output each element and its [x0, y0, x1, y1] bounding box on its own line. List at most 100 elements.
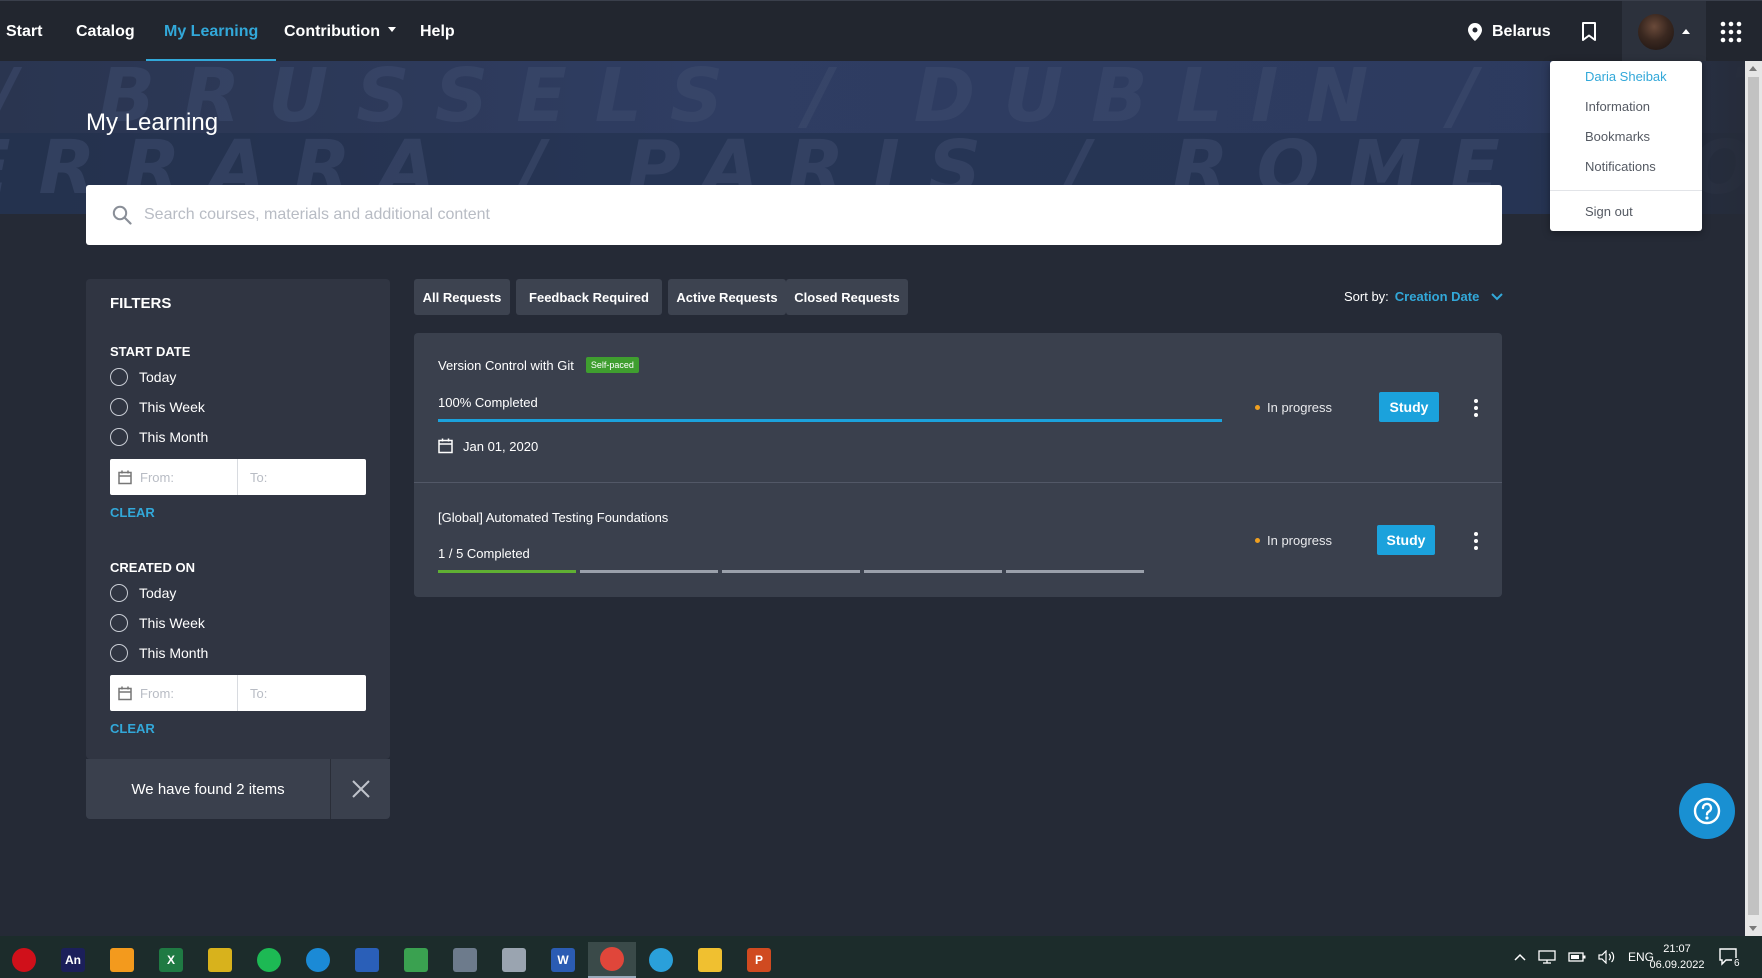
nav-start[interactable]: Start: [6, 1, 42, 62]
study-button[interactable]: Study: [1379, 392, 1439, 422]
progress-segment: [1006, 570, 1144, 573]
tab-active-requests[interactable]: Active Requests: [668, 279, 786, 315]
question-icon: [1693, 797, 1721, 825]
bookmarks-button[interactable]: [1581, 1, 1597, 62]
bookmark-icon: [1582, 21, 1596, 41]
app-blue-icon: [355, 948, 379, 972]
taskbar-app-edge[interactable]: [294, 942, 342, 978]
battery-icon[interactable]: [1568, 951, 1586, 963]
nav-help[interactable]: Help: [420, 1, 455, 62]
created-on-today-radio[interactable]: Today: [110, 582, 176, 604]
nav-contribution[interactable]: Contribution: [284, 1, 396, 62]
telegram-icon: [649, 948, 673, 972]
status-text: In progress: [1267, 533, 1333, 548]
item-title[interactable]: Version Control with Git: [438, 358, 574, 373]
app-gray-icon: [502, 948, 526, 972]
item-title-row: Version Control with Git Self-paced: [438, 357, 639, 373]
location-selector[interactable]: Belarus: [1468, 1, 1551, 62]
taskbar-app-app-gray[interactable]: [490, 942, 538, 978]
to-placeholder: To:: [250, 469, 268, 485]
status-dot: [1255, 538, 1260, 543]
status-text: In progress: [1267, 400, 1333, 415]
chevron-up-icon[interactable]: [1514, 953, 1526, 961]
help-button[interactable]: [1679, 783, 1735, 839]
taskbar-app-telegram[interactable]: [637, 942, 685, 978]
scroll-up-icon[interactable]: [1749, 66, 1757, 71]
kebab-dot: [1474, 546, 1478, 550]
tab-feedback-required[interactable]: Feedback Required: [516, 279, 662, 315]
profile-dropdown: Daria Sheibak Information Bookmarks Noti…: [1550, 61, 1702, 231]
start-date-this-week-radio[interactable]: This Week: [110, 396, 205, 418]
created-on-from-field[interactable]: From:: [110, 675, 238, 711]
tab-closed-requests[interactable]: Closed Requests: [786, 279, 908, 315]
taskbar-app-app-yellow[interactable]: [196, 942, 244, 978]
created-on-to-field[interactable]: To:: [238, 675, 366, 711]
notification-count: 6: [1732, 958, 1742, 969]
calendar-icon: [118, 686, 132, 700]
created-on-this-week-radio[interactable]: This Week: [110, 612, 205, 634]
search-input[interactable]: [144, 185, 1484, 245]
avatar: [1638, 13, 1674, 50]
radio-circle: [110, 644, 128, 662]
study-button[interactable]: Study: [1377, 525, 1435, 555]
taskbar-app-app-stack[interactable]: [441, 942, 489, 978]
taskbar-app-excel[interactable]: X: [147, 942, 195, 978]
results-count: We have found 2 items: [131, 780, 285, 798]
clock[interactable]: 21:07 06.09.2022: [1642, 941, 1712, 973]
menu-item-bookmarks[interactable]: Bookmarks: [1585, 129, 1650, 144]
taskbar-app-spotify[interactable]: [245, 942, 293, 978]
edge-icon: [306, 948, 330, 972]
taskbar-app-chrome[interactable]: [588, 942, 636, 978]
menu-item-notifications[interactable]: Notifications: [1585, 159, 1656, 174]
item-date: Jan 01, 2020: [438, 438, 538, 454]
close-results-button[interactable]: [330, 759, 390, 819]
start-date-to-field[interactable]: To:: [238, 459, 366, 495]
scrollbar-thumb[interactable]: [1748, 77, 1759, 915]
taskbar-app-app-orange[interactable]: [98, 942, 146, 978]
app-yellow-icon: [208, 948, 232, 972]
item-date-text: Jan 01, 2020: [463, 438, 539, 454]
taskbar-app-animate[interactable]: An: [49, 942, 97, 978]
sort-control[interactable]: Sort by: Creation Date: [1344, 289, 1504, 304]
page-scrollbar[interactable]: [1745, 61, 1762, 936]
location-label: Belarus: [1492, 22, 1551, 40]
status-badge: In progress: [1255, 400, 1332, 415]
page-title: My Learning: [86, 109, 219, 136]
taskbar-app-app-green[interactable]: [392, 942, 440, 978]
progress-segment: [580, 570, 718, 573]
list-item: [Global] Automated Testing Foundations 1…: [414, 483, 1502, 597]
created-on-this-month-radio[interactable]: This Month: [110, 642, 208, 664]
taskbar-app-powerpoint[interactable]: P: [735, 942, 783, 978]
taskbar-app-app-blue[interactable]: [343, 942, 391, 978]
item-title[interactable]: [Global] Automated Testing Foundations: [438, 510, 668, 525]
start-date-this-month-radio[interactable]: This Month: [110, 426, 208, 448]
more-options-button[interactable]: [1472, 399, 1480, 417]
start-date-from-field[interactable]: From:: [110, 459, 238, 495]
network-icon[interactable]: [1538, 950, 1556, 964]
notification-center-button[interactable]: 6: [1718, 936, 1742, 978]
radio-label: This Week: [139, 615, 205, 631]
progress-fill: [438, 419, 1222, 422]
top-navigation: Start Catalog My Learning Contribution H…: [0, 0, 1762, 62]
taskbar-app-opera[interactable]: [0, 942, 48, 978]
progress-label: 1 / 5 Completed: [438, 546, 530, 561]
sign-out-button[interactable]: Sign out: [1585, 204, 1633, 219]
profile-menu-toggle[interactable]: [1622, 1, 1706, 62]
progress-segment: [722, 570, 860, 573]
scroll-down-icon[interactable]: [1749, 926, 1757, 931]
tab-all-requests[interactable]: All Requests: [414, 279, 510, 315]
volume-icon[interactable]: [1598, 950, 1616, 964]
menu-item-information[interactable]: Information: [1585, 99, 1650, 114]
profile-name[interactable]: Daria Sheibak: [1585, 69, 1667, 84]
nav-catalog[interactable]: Catalog: [76, 1, 135, 62]
taskbar-app-word[interactable]: W: [539, 942, 587, 978]
radio-label: Today: [139, 585, 177, 601]
chevron-down-icon: [387, 27, 396, 33]
created-on-clear-button[interactable]: CLEAR: [110, 721, 155, 736]
more-options-button[interactable]: [1472, 532, 1480, 550]
start-date-clear-button[interactable]: CLEAR: [110, 505, 155, 520]
nav-my-learning[interactable]: My Learning: [146, 1, 277, 62]
apps-grid-button[interactable]: [1720, 1, 1742, 62]
taskbar-app-explorer[interactable]: [686, 942, 734, 978]
start-date-today-radio[interactable]: Today: [110, 366, 176, 388]
